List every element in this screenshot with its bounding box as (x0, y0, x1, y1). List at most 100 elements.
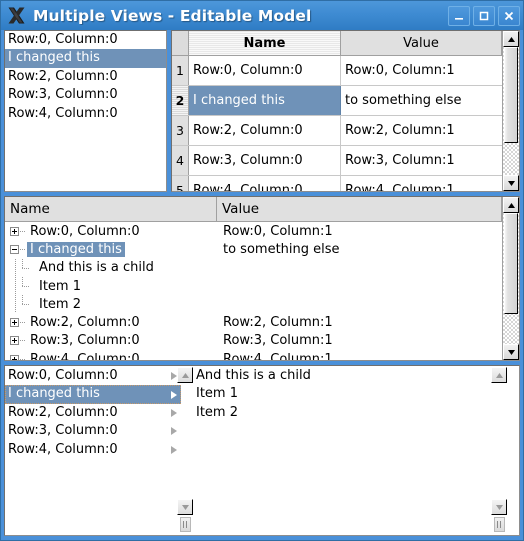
tree-node-name-cell[interactable]: I changed this (5, 240, 217, 258)
column-pane2-scroll-up[interactable] (491, 367, 507, 383)
scroll-up-button[interactable] (503, 197, 519, 213)
list-item[interactable]: Row:0, Column:0 (5, 31, 166, 49)
tree-node[interactable]: Row:4, Column:0 Row:4, Column:1 (5, 350, 502, 360)
expand-plus-icon[interactable] (10, 336, 19, 346)
row-header[interactable]: 2 (172, 86, 189, 115)
column-pane-first[interactable]: Row:0, Column:0 I changed this Row:2, Co… (5, 366, 181, 535)
table-cell-name[interactable]: Row:0, Column:0 (189, 56, 341, 85)
tree-node-name-cell[interactable]: And this is a child (5, 258, 217, 277)
tree-view[interactable]: Name Value Row:0, Column:0 Row:0, Column… (4, 196, 520, 361)
scrollbar-track[interactable] (503, 213, 519, 344)
column-item[interactable]: Item 2 (181, 404, 519, 422)
column-item[interactable]: And this is a child (181, 367, 519, 385)
minimize-button[interactable] (448, 5, 470, 26)
list-item-label: Row:2, Column:0 (8, 68, 118, 84)
scroll-up-button[interactable] (503, 31, 519, 47)
table-corner-header[interactable] (172, 31, 189, 56)
expand-plus-icon[interactable] (10, 318, 19, 328)
column-pane-second[interactable]: And this is a child Item 1 Item 2 (181, 366, 519, 535)
scroll-up-button[interactable] (491, 367, 507, 383)
column-item[interactable]: Row:4, Column:0 (5, 441, 181, 459)
table-cell-value[interactable]: Row:3, Column:1 (341, 146, 502, 175)
tree-node-label: Row:3, Column:0 (30, 333, 140, 349)
tree-connector-line (20, 230, 26, 232)
scroll-down-button[interactable] (491, 499, 507, 515)
column-pane2-scroll-down[interactable] (491, 499, 507, 532)
tree-node-label: And this is a child (39, 260, 154, 276)
scroll-down-icon (495, 504, 503, 510)
list-item[interactable]: Row:3, Column:0 (5, 86, 166, 104)
row-header[interactable]: 5 (172, 176, 189, 191)
expand-plus-icon[interactable] (10, 226, 19, 236)
table-cell-name[interactable]: Row:2, Column:0 (189, 116, 341, 145)
scrollbar-thumb[interactable] (504, 213, 518, 314)
table-row[interactable]: 4 Row:3, Column:0 Row:3, Column:1 (172, 146, 502, 176)
title-bar[interactable]: Multiple Views - Editable Model (1, 1, 523, 30)
tree-node[interactable]: And this is a child (5, 258, 502, 277)
column-pane1-scroll-up[interactable] (177, 367, 193, 383)
scrollbar-track[interactable] (503, 47, 519, 175)
list-item[interactable]: Row:2, Column:0 (5, 68, 166, 86)
tree-node[interactable]: Row:0, Column:0 Row:0, Column:1 (5, 222, 502, 240)
scrollbar-grip-icon[interactable] (493, 517, 505, 532)
close-button[interactable] (498, 5, 520, 26)
row-header[interactable]: 1 (172, 56, 189, 85)
column-view[interactable]: Row:0, Column:0 I changed this Row:2, Co… (4, 365, 520, 536)
row-header[interactable]: 3 (172, 116, 189, 145)
tree-node[interactable]: Row:2, Column:0 Row:2, Column:1 (5, 313, 502, 331)
table-cell-value[interactable]: Row:0, Column:1 (341, 56, 502, 85)
table-view[interactable]: Name Value 1 Row:0, Column:0 Row:0, Colu… (171, 30, 520, 192)
tree-node[interactable]: Row:3, Column:0 Row:3, Column:1 (5, 332, 502, 350)
tree-node-name-cell[interactable]: Item 1 (5, 276, 217, 296)
scroll-down-button[interactable] (177, 499, 193, 515)
tree-vertical-scrollbar[interactable] (502, 197, 519, 360)
column-item[interactable]: Item 1 (181, 385, 519, 403)
tree-node-name-cell[interactable]: Row:2, Column:0 (5, 313, 217, 331)
table-cell-name[interactable]: I changed this (189, 86, 341, 115)
list-item-label: Row:3, Column:0 (8, 87, 118, 103)
column-item[interactable]: Row:0, Column:0 (5, 367, 181, 385)
tree-node-name-cell[interactable]: Row:4, Column:0 (5, 350, 217, 360)
tree-node-name-cell[interactable]: Row:3, Column:0 (5, 332, 217, 350)
table-row[interactable]: 3 Row:2, Column:0 Row:2, Column:1 (172, 116, 502, 146)
row-header[interactable]: 4 (172, 146, 189, 175)
scroll-up-button[interactable] (177, 367, 193, 383)
tree-connector-elbow (20, 258, 36, 277)
table-header-value[interactable]: Value (341, 31, 502, 56)
scrollbar-grip-icon[interactable] (179, 517, 191, 532)
table-row[interactable]: 5 Row:4, Column:0 Row:4, Column:1 (172, 176, 502, 191)
table-cell-value[interactable]: Row:4, Column:1 (341, 176, 502, 191)
tree-node-name-cell[interactable]: Row:0, Column:0 (5, 222, 217, 240)
collapse-minus-icon[interactable] (10, 244, 19, 254)
expand-plus-icon[interactable] (10, 354, 19, 360)
list-item[interactable]: I changed this (5, 49, 166, 68)
client-area: Row:0, Column:0 I changed this Row:2, Co… (4, 30, 520, 536)
scroll-down-button[interactable] (503, 344, 519, 360)
table-row[interactable]: 2 I changed this to something else (172, 86, 502, 116)
column-item[interactable]: I changed this (5, 385, 181, 404)
table-row[interactable]: 1 Row:0, Column:0 Row:0, Column:1 (172, 56, 502, 86)
list-item[interactable]: Row:4, Column:0 (5, 105, 166, 123)
column-pane1-scroll-down[interactable] (177, 499, 193, 532)
table-cell-name[interactable]: Row:4, Column:0 (189, 176, 341, 191)
table-cell-name[interactable]: Row:3, Column:0 (189, 146, 341, 175)
column-item[interactable]: Row:3, Column:0 (5, 422, 181, 440)
table-vertical-scrollbar[interactable] (502, 31, 519, 191)
tree-connector-line (10, 295, 20, 314)
table-cell-value[interactable]: Row:2, Column:1 (341, 116, 502, 145)
tree-node[interactable]: Item 1 (5, 276, 502, 296)
tree-body: Row:0, Column:0 Row:0, Column:1 I change… (5, 222, 502, 360)
column-item[interactable]: Row:2, Column:0 (5, 404, 181, 422)
tree-node[interactable]: I changed this to something else (5, 240, 502, 258)
table-cell-value[interactable]: to something else (341, 86, 502, 115)
scroll-down-button[interactable] (503, 175, 519, 191)
maximize-button[interactable] (473, 5, 495, 26)
minimize-icon (455, 17, 463, 20)
table-header-name[interactable]: Name (189, 31, 341, 56)
tree-header-name[interactable]: Name (5, 197, 217, 222)
tree-header-value[interactable]: Value (217, 197, 502, 222)
tree-node[interactable]: Item 2 (5, 295, 502, 314)
tree-node-name-cell[interactable]: Item 2 (5, 295, 217, 314)
scrollbar-thumb[interactable] (504, 47, 518, 143)
list-view[interactable]: Row:0, Column:0 I changed this Row:2, Co… (4, 30, 167, 192)
